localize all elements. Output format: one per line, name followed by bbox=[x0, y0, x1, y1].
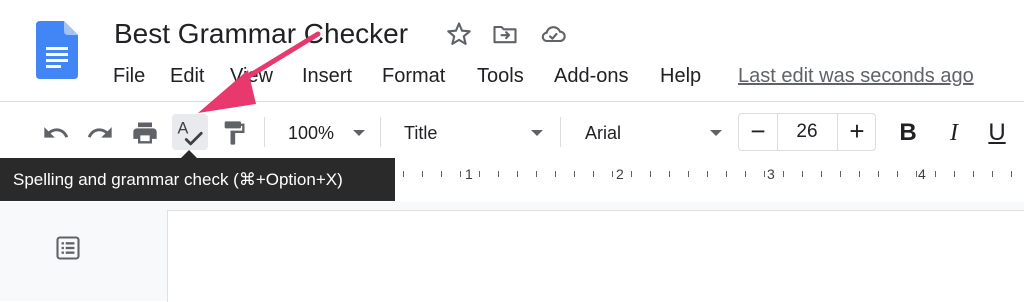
menu-add-ons[interactable]: Add-ons bbox=[554, 61, 629, 91]
document-outline-icon[interactable] bbox=[54, 234, 82, 262]
paint-format-button[interactable] bbox=[218, 117, 250, 149]
ruler-tick bbox=[878, 171, 879, 177]
toolbar-separator bbox=[380, 117, 381, 147]
redo-button[interactable] bbox=[84, 117, 116, 149]
document-page[interactable] bbox=[167, 210, 1024, 302]
menu-help[interactable]: Help bbox=[660, 61, 701, 91]
star-icon[interactable] bbox=[445, 20, 473, 48]
toolbar-divider bbox=[0, 101, 1024, 102]
ruler-tick bbox=[897, 171, 898, 177]
ruler-tick bbox=[498, 171, 499, 177]
ruler-tick bbox=[954, 171, 955, 177]
underline-button[interactable]: U bbox=[983, 117, 1011, 149]
bold-button[interactable]: B bbox=[894, 117, 922, 149]
ruler-number: 4 bbox=[918, 166, 926, 182]
move-to-folder-icon[interactable] bbox=[491, 20, 519, 48]
ruler-tick bbox=[859, 171, 860, 177]
ruler-tick bbox=[650, 171, 651, 177]
cloud-saved-icon[interactable] bbox=[539, 20, 567, 48]
undo-icon bbox=[44, 127, 69, 138]
ruler-tick bbox=[574, 171, 575, 177]
print-button[interactable] bbox=[129, 117, 161, 149]
ruler-tick bbox=[973, 171, 974, 177]
tooltip-pointer bbox=[181, 150, 197, 158]
menu-tools[interactable]: Tools bbox=[477, 61, 524, 91]
document-title[interactable]: Best Grammar Checker bbox=[114, 16, 408, 52]
spellcheck-button[interactable]: A bbox=[172, 114, 208, 150]
zoom-chevron-down-icon[interactable] bbox=[353, 130, 365, 136]
spellcheck-icon: A bbox=[178, 119, 203, 146]
ruler-tick bbox=[840, 171, 841, 177]
font-size-input[interactable]: 26 bbox=[777, 114, 837, 150]
menu-edit[interactable]: Edit bbox=[170, 61, 204, 91]
toolbar-separator bbox=[560, 117, 561, 147]
ruler-tick bbox=[403, 171, 404, 177]
ruler-tick bbox=[593, 171, 594, 177]
ruler-tick bbox=[688, 171, 689, 177]
menu-format[interactable]: Format bbox=[382, 61, 445, 91]
increase-font-size-button[interactable]: + bbox=[838, 114, 876, 150]
paint-format-icon bbox=[224, 121, 245, 145]
toolbar-separator bbox=[264, 117, 265, 147]
ruler-tick bbox=[764, 171, 765, 177]
ruler-number: 2 bbox=[616, 166, 624, 182]
menu-insert[interactable]: Insert bbox=[302, 61, 352, 91]
ruler-tick bbox=[802, 171, 803, 177]
menu-file[interactable]: File bbox=[113, 61, 145, 91]
ruler-tick bbox=[935, 171, 936, 177]
ruler-tick bbox=[992, 171, 993, 177]
last-edit-link[interactable]: Last edit was seconds ago bbox=[738, 61, 974, 91]
ruler-tick bbox=[1011, 171, 1012, 177]
ruler-tick bbox=[441, 171, 442, 177]
spellcheck-tooltip: Spelling and grammar check (⌘+Option+X) bbox=[0, 158, 395, 201]
decrease-font-size-button[interactable]: − bbox=[739, 114, 777, 150]
font-select[interactable]: Arial bbox=[585, 117, 621, 149]
google-docs-logo[interactable] bbox=[36, 21, 78, 79]
italic-button[interactable]: I bbox=[940, 117, 968, 149]
font-size-stepper: − 26 + bbox=[738, 113, 876, 151]
style-select[interactable]: Title bbox=[404, 117, 437, 149]
ruler-tick bbox=[612, 171, 613, 177]
ruler-tick bbox=[745, 171, 746, 177]
ruler-tick bbox=[479, 171, 480, 177]
ruler-tick bbox=[669, 171, 670, 177]
zoom-select[interactable]: 100% bbox=[288, 117, 334, 149]
svg-text:A: A bbox=[178, 119, 189, 137]
ruler-tick bbox=[422, 171, 423, 177]
undo-button[interactable] bbox=[40, 117, 72, 149]
ruler-number: 1 bbox=[465, 166, 473, 182]
ruler-tick bbox=[821, 171, 822, 177]
ruler-tick bbox=[783, 171, 784, 177]
ruler-tick bbox=[916, 171, 917, 177]
redo-icon bbox=[87, 127, 112, 138]
ruler-tick bbox=[726, 171, 727, 177]
print-icon bbox=[133, 122, 157, 144]
style-chevron-down-icon[interactable] bbox=[531, 130, 543, 136]
ruler-tick bbox=[707, 171, 708, 177]
ruler-tick bbox=[536, 171, 537, 177]
ruler-tick bbox=[517, 171, 518, 177]
ruler-number: 3 bbox=[767, 166, 775, 182]
ruler-tick bbox=[631, 171, 632, 177]
font-chevron-down-icon[interactable] bbox=[710, 130, 722, 136]
ruler-tick bbox=[460, 171, 461, 177]
menu-view[interactable]: View bbox=[230, 61, 273, 91]
ruler-tick bbox=[555, 171, 556, 177]
